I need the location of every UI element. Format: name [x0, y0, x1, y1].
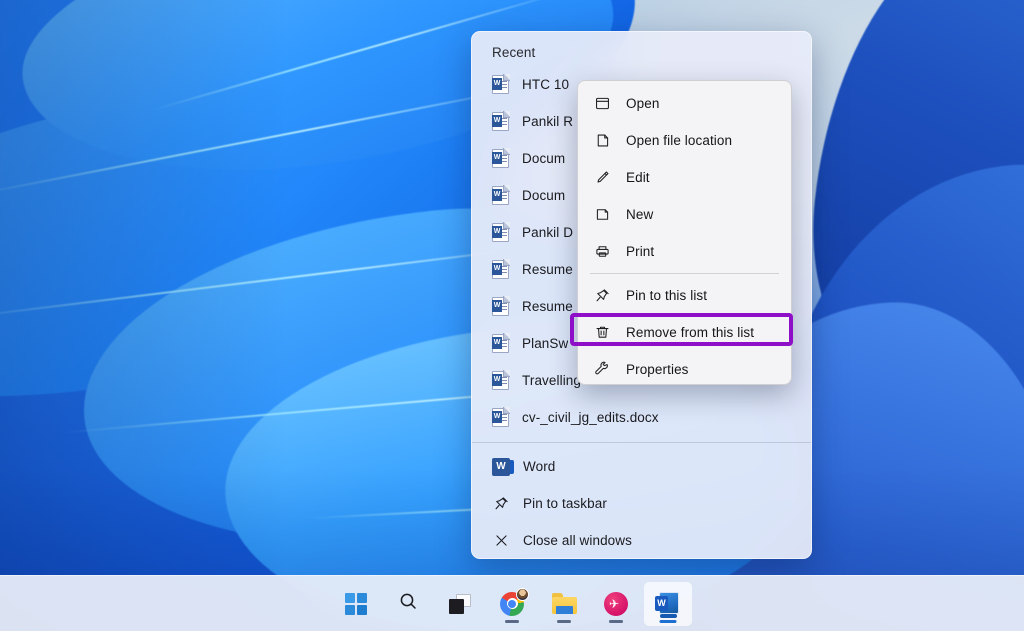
- context-menu-item-print[interactable]: Print: [578, 233, 791, 270]
- jumplist-actions-list[interactable]: W Word Pin to taskbar Close all windows: [472, 448, 811, 558]
- jumplist-recent-item-label: HTC 10: [522, 77, 570, 92]
- task-view-icon: [449, 593, 471, 614]
- context-menu-item-remove-from-this-list[interactable]: Remove from this list: [578, 314, 791, 351]
- pin-icon: [592, 286, 612, 306]
- chrome-icon: [500, 587, 529, 616]
- word-doc-icon: W: [492, 74, 510, 94]
- wallpaper-ribbon-3: [0, 39, 531, 441]
- close-icon: [492, 532, 510, 550]
- context-menu-item-open-file-location[interactable]: Open file location: [578, 122, 791, 159]
- jumplist-recent-item-label: Resume: [522, 262, 573, 277]
- word-doc-icon: W: [492, 111, 510, 131]
- jumplist-action-close-all-windows[interactable]: Close all windows: [472, 522, 811, 558]
- taskbar-button-start[interactable]: [332, 582, 380, 626]
- folder-page-icon: [592, 131, 612, 151]
- word-doc-icon: W: [492, 407, 510, 427]
- context-menu-item-label: Print: [626, 244, 655, 259]
- pencil-icon: [592, 168, 612, 188]
- windows-logo-icon: [345, 592, 367, 615]
- word-doc-icon: W: [492, 370, 510, 390]
- jumplist-recent-item[interactable]: W cv-_civil_jg_edits.docx: [472, 399, 811, 436]
- folder-icon: [551, 593, 577, 614]
- jumplist-recent-item-label: cv-_civil_jg_edits.docx: [522, 410, 659, 425]
- context-menu-item-properties[interactable]: Properties: [578, 351, 791, 384]
- jumplist-separator: [472, 442, 811, 443]
- jumplist-recent-item-label: Docum: [522, 188, 566, 203]
- new-page-icon: [592, 205, 612, 225]
- jumplist-action-word[interactable]: W Word: [472, 448, 811, 485]
- context-menu-separator: [590, 273, 779, 274]
- red-plane-icon: ✈: [604, 591, 628, 616]
- jumplist-recent-item-label: Docum: [522, 151, 566, 166]
- jumplist-context-menu[interactable]: Open Open file location Edit New Print P…: [577, 80, 792, 385]
- wallpaper-filament-1: [0, 82, 548, 198]
- jumplist-recent-item-label: Resume: [522, 299, 573, 314]
- context-menu-item-label: Open file location: [626, 133, 733, 148]
- trash-icon: [592, 323, 612, 343]
- taskbar-button-chrome[interactable]: [488, 582, 536, 626]
- context-menu-item-label: Edit: [626, 170, 650, 185]
- open-window-icon: [592, 94, 612, 114]
- context-menu-item-label: Properties: [626, 362, 689, 377]
- context-menu-item-label: New: [626, 207, 654, 222]
- context-menu-item-label: Open: [626, 96, 660, 111]
- jumplist-recent-item-label: Pankil R: [522, 114, 574, 129]
- context-menu-item-new[interactable]: New: [578, 196, 791, 233]
- jumplist-action-label: Word: [523, 459, 556, 474]
- taskbar-button-file-explorer[interactable]: [540, 582, 588, 626]
- jumplist-action-label: Close all windows: [523, 533, 632, 548]
- jumplist-action-pin-to-taskbar[interactable]: Pin to taskbar: [472, 485, 811, 522]
- word-doc-icon: W: [492, 222, 510, 242]
- context-menu-item-open[interactable]: Open: [578, 85, 791, 122]
- taskbar-button-word[interactable]: W: [644, 581, 692, 626]
- word-doc-icon: W: [492, 148, 510, 168]
- printer-icon: [592, 242, 612, 262]
- jumplist-recent-item-label: Pankil D: [522, 225, 574, 240]
- wrench-icon: [592, 360, 612, 380]
- context-menu-item-edit[interactable]: Edit: [578, 159, 791, 196]
- taskbar-running-indicator: [505, 619, 519, 623]
- context-menu-item-label: Pin to this list: [626, 288, 708, 303]
- taskbar-running-indicator: [659, 619, 677, 623]
- word-doc-icon: W: [492, 185, 510, 205]
- jumplist-header-recent: Recent: [492, 45, 536, 60]
- taskbar-button-search[interactable]: [384, 582, 432, 626]
- context-menu-item-label: Remove from this list: [626, 325, 755, 340]
- taskbar-button-mail-app[interactable]: ✈: [592, 582, 640, 626]
- jumplist-recent-item-label: PlanSw: [522, 336, 569, 351]
- taskbar-running-indicator: [557, 619, 571, 623]
- word-app-icon: W: [492, 457, 514, 476]
- desktop[interactable]: Recent W HTC 10 W Pankil R W Docum W Doc…: [0, 0, 1024, 631]
- pin-icon: [492, 495, 510, 513]
- word-doc-icon: W: [492, 333, 510, 353]
- taskbar-button-task-view[interactable]: [436, 582, 484, 626]
- taskbar-running-indicator: [609, 619, 623, 623]
- context-menu-item-pin-to-this-list[interactable]: Pin to this list: [578, 277, 791, 314]
- word-doc-icon: W: [492, 259, 510, 279]
- jumplist-action-label: Pin to taskbar: [523, 496, 607, 511]
- wallpaper-ribbon-right-1: [794, 0, 1024, 434]
- taskbar[interactable]: ✈ W: [0, 575, 1024, 631]
- search-icon: [398, 591, 418, 616]
- word-doc-icon: W: [492, 296, 510, 316]
- word-app-icon: W: [655, 591, 681, 618]
